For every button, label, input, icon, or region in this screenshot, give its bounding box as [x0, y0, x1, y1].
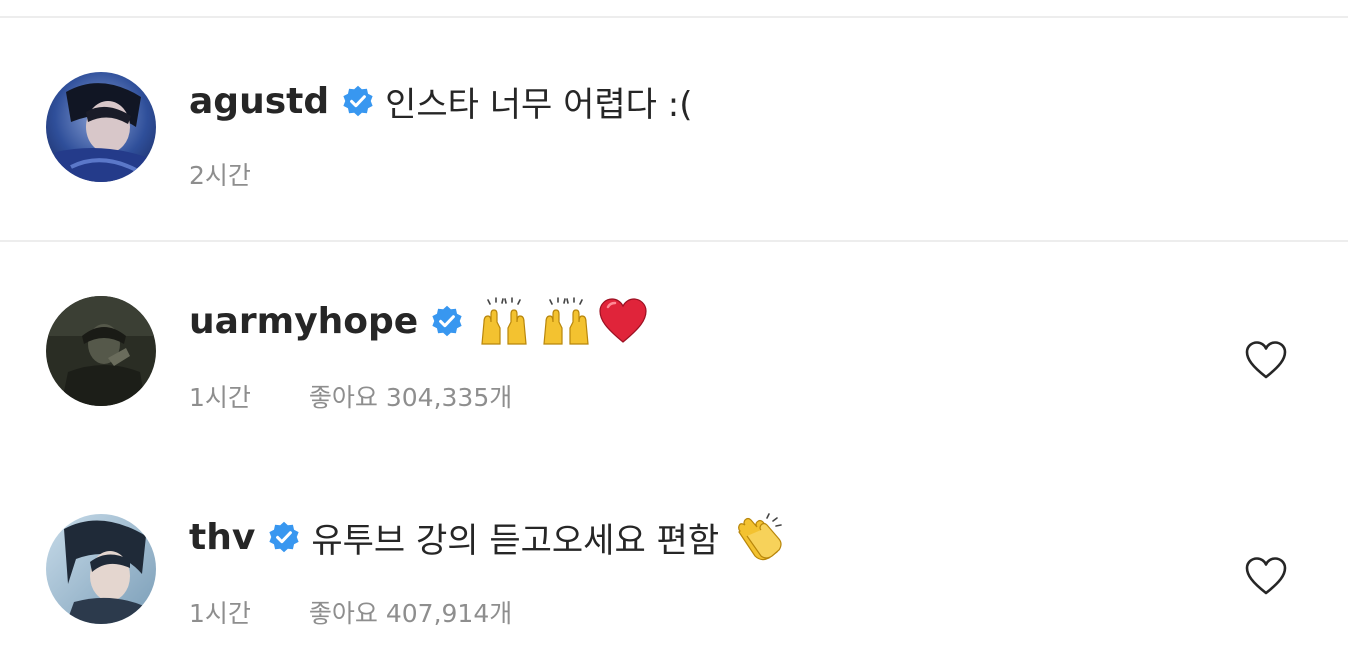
- heart-outline-icon[interactable]: [1244, 556, 1288, 596]
- verified-badge-icon: [341, 84, 375, 118]
- section-divider: [0, 240, 1348, 242]
- avatar[interactable]: [46, 514, 156, 624]
- avatar[interactable]: [46, 72, 156, 182]
- timestamp[interactable]: 2시간: [189, 156, 251, 192]
- top-divider: [0, 16, 1348, 18]
- timestamp[interactable]: 1시간: [189, 594, 251, 630]
- comment-text: 인스타 너무 어렵다 :(: [385, 84, 693, 125]
- verified-badge-icon: [430, 304, 464, 338]
- verified-badge-icon: [267, 520, 301, 554]
- red-heart-icon: [598, 298, 648, 344]
- avatar[interactable]: [46, 296, 156, 406]
- likes-count[interactable]: 좋아요 407,914개: [309, 594, 512, 630]
- raising-hands-icon: [476, 296, 532, 346]
- comment-text: 유투브 강의 듣고오세요 편함: [311, 520, 720, 561]
- clapping-hands-icon: [733, 512, 785, 562]
- heart-outline-icon[interactable]: [1244, 340, 1288, 380]
- likes-count[interactable]: 좋아요 304,335개: [309, 378, 512, 414]
- username[interactable]: uarmyhope: [189, 301, 418, 342]
- username[interactable]: agustd: [189, 81, 329, 122]
- username[interactable]: thv: [189, 517, 255, 558]
- raising-hands-icon: [538, 296, 594, 346]
- timestamp[interactable]: 1시간: [189, 378, 251, 414]
